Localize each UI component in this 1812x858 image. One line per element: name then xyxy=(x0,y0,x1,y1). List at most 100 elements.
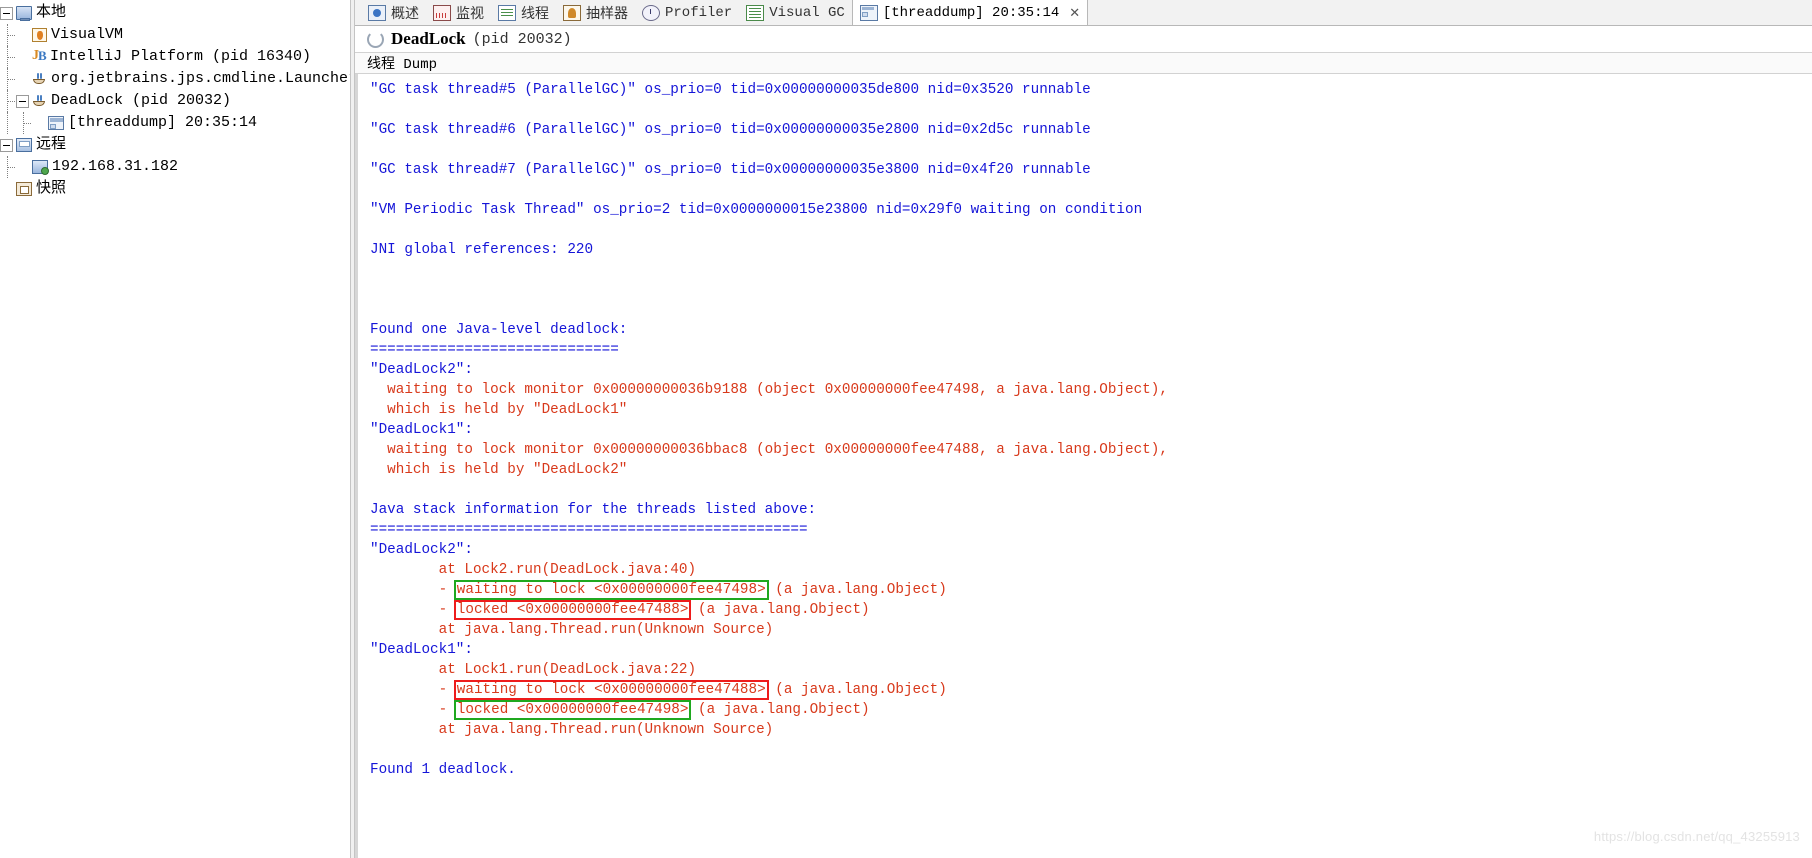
tab-5[interactable]: Visual GC xyxy=(739,0,852,25)
java-icon xyxy=(32,94,47,108)
dump-line xyxy=(370,300,1812,320)
dump-line-text: "GC task thread#7 (ParallelGC)" os_prio=… xyxy=(370,162,1091,178)
tab-label: [threaddump] 20:35:14 xyxy=(882,4,1060,21)
dump-line: at java.lang.Thread.run(Unknown Source) xyxy=(370,720,1812,740)
tree-item[interactable]: 快照 xyxy=(0,178,350,200)
visualvm-window: 本地 VisualVM IntelliJ Platform (pid 16340) o… xyxy=(0,0,1812,858)
tab-4[interactable]: Profiler xyxy=(635,0,740,25)
collapse-icon[interactable] xyxy=(0,6,13,20)
tab-2[interactable]: 线程 xyxy=(491,0,556,25)
computer-icon xyxy=(16,6,32,21)
dump-line: which is held by "DeadLock2" xyxy=(370,460,1812,480)
tree-item[interactable]: IntelliJ Platform (pid 16340) xyxy=(0,46,350,68)
dump-line: waiting to lock monitor 0x00000000036b91… xyxy=(370,380,1812,400)
close-icon[interactable]: ✕ xyxy=(1069,6,1080,19)
tree-item-label: org.jetbrains.jps.cmdline.Launcher ( xyxy=(51,70,350,87)
subtab-thread-dump[interactable]: 线程 Dump xyxy=(367,53,437,73)
dump-line xyxy=(370,740,1812,760)
tree-item[interactable]: 192.168.31.182 xyxy=(0,156,350,178)
monitor-icon xyxy=(433,4,451,21)
dump-line-text: Found one Java-level deadlock: xyxy=(370,322,628,338)
tree-guide xyxy=(0,90,16,112)
tab-label: 概述 xyxy=(391,6,419,23)
dump-line-text: which is held by "DeadLock2" xyxy=(370,462,628,478)
visualvm-icon xyxy=(32,28,47,42)
tree-item-label: 快照 xyxy=(36,180,67,197)
dump-line: JNI global references: 220 xyxy=(370,240,1812,260)
tree-item-label: 192.168.31.182 xyxy=(52,158,179,175)
dump-line-text: at Lock2.run(DeadLock.java:40) xyxy=(370,562,697,578)
thread-dump-text[interactable]: "GC task thread#5 (ParallelGC)" os_prio=… xyxy=(356,74,1812,780)
dump-line: - locked <0x00000000fee47488> (a java.la… xyxy=(370,600,1812,620)
tree-item[interactable]: DeadLock (pid 20032) xyxy=(0,90,350,112)
dump-line-prefix: - xyxy=(370,702,456,718)
tree-item[interactable]: 本地 xyxy=(0,2,350,24)
visualgc-icon xyxy=(746,4,765,21)
profiler-icon xyxy=(642,4,660,21)
tab-0[interactable]: 概述 xyxy=(361,0,426,25)
dump-line: "DeadLock1": xyxy=(370,640,1812,660)
highlight-box-green: waiting to lock <0x00000000fee47498> xyxy=(453,580,769,600)
dump-line: waiting to lock monitor 0x00000000036bba… xyxy=(370,440,1812,460)
tree-guide xyxy=(0,112,16,134)
dump-line-text: waiting to lock monitor 0x00000000036bba… xyxy=(370,442,1168,458)
dump-line: at java.lang.Thread.run(Unknown Source) xyxy=(370,620,1812,640)
collapse-icon[interactable] xyxy=(0,138,13,152)
subtab-bar[interactable]: 线程 Dump xyxy=(355,52,1812,74)
dump-line-prefix: - xyxy=(370,582,456,598)
dump-line-text: waiting to lock monitor 0x00000000036b91… xyxy=(370,382,1168,398)
dump-line: - waiting to lock <0x00000000fee47498> (… xyxy=(370,580,1812,600)
dump-line: Found one Java-level deadlock: xyxy=(370,320,1812,340)
tree-item[interactable]: VisualVM xyxy=(0,24,350,46)
tree-item-label: [threaddump] 20:35:14 xyxy=(68,114,258,131)
dump-line-text: which is held by "DeadLock1" xyxy=(370,402,628,418)
thread-dump-scroll-area[interactable]: "GC task thread#5 (ParallelGC)" os_prio=… xyxy=(355,74,1812,858)
tree-item-label: DeadLock (pid 20032) xyxy=(51,92,232,109)
tab-1[interactable]: 监视 xyxy=(426,0,491,25)
tree-item[interactable]: [threaddump] 20:35:14 xyxy=(0,112,350,134)
dump-line: "DeadLock2": xyxy=(370,360,1812,380)
highlight-box-red: waiting to lock <0x00000000fee47488> xyxy=(453,680,769,700)
dump-line-text: "VM Periodic Task Thread" os_prio=2 tid=… xyxy=(370,202,1143,218)
tree-guide xyxy=(0,156,16,178)
intellij-icon xyxy=(32,48,47,64)
detail-panel: 概述 监视 线程 抽样器 Profiler Visual GC [threaddump] 2… xyxy=(355,0,1812,858)
tab-3[interactable]: 抽样器 xyxy=(556,0,635,25)
applications-tree-panel[interactable]: 本地 VisualVM IntelliJ Platform (pid 16340) o… xyxy=(0,0,350,858)
tree-item[interactable]: 远程 xyxy=(0,134,350,156)
dump-line-text: "GC task thread#5 (ParallelGC)" os_prio=… xyxy=(370,82,1091,98)
dump-line: "GC task thread#5 (ParallelGC)" os_prio=… xyxy=(370,80,1812,100)
watermark: https://blog.csdn.net/qq_43255913 xyxy=(1593,829,1800,844)
applications-tree[interactable]: 本地 VisualVM IntelliJ Platform (pid 16340) o… xyxy=(0,2,350,200)
snapshot-icon xyxy=(16,182,32,196)
dump-line: Java stack information for the threads l… xyxy=(370,500,1812,520)
dump-line-text: at java.lang.Thread.run(Unknown Source) xyxy=(370,722,774,738)
dump-line-text: "GC task thread#6 (ParallelGC)" os_prio=… xyxy=(370,122,1091,138)
loading-spinner-icon xyxy=(367,30,384,48)
dump-line-prefix: - xyxy=(370,682,456,698)
highlight-box-green: locked <0x00000000fee47498> xyxy=(453,700,692,720)
tree-item[interactable]: org.jetbrains.jps.cmdline.Launcher ( xyxy=(0,68,350,90)
dump-line-text: Found 1 deadlock. xyxy=(370,762,516,778)
tab-bar[interactable]: 概述 监视 线程 抽样器 Profiler Visual GC [threaddump] 2… xyxy=(355,0,1812,26)
tree-guide xyxy=(0,68,16,90)
dump-line-text: "DeadLock1": xyxy=(370,642,473,658)
tab-6[interactable]: [threaddump] 20:35:14 ✕ xyxy=(851,0,1089,25)
tab-label: 线程 xyxy=(521,6,549,23)
dump-line: ============================= xyxy=(370,340,1812,360)
collapse-icon[interactable] xyxy=(16,94,29,108)
dump-line: which is held by "DeadLock1" xyxy=(370,400,1812,420)
dump-line: "GC task thread#7 (ParallelGC)" os_prio=… xyxy=(370,160,1812,180)
tab-label: 抽样器 xyxy=(586,6,628,23)
dump-line-prefix: - xyxy=(370,602,456,618)
dump-line-text: "DeadLock2": xyxy=(370,542,473,558)
dump-line xyxy=(370,480,1812,500)
dump-line: "DeadLock1": xyxy=(370,420,1812,440)
dump-line-text: "DeadLock2": xyxy=(370,362,473,378)
dump-line: - locked <0x00000000fee47498> (a java.la… xyxy=(370,700,1812,720)
dump-line-text: JNI global references: 220 xyxy=(370,242,594,258)
tab-label: 监视 xyxy=(456,6,484,23)
remote-icon xyxy=(16,138,32,152)
tree-item-label: IntelliJ Platform (pid 16340) xyxy=(50,48,312,65)
dump-line-suffix: (a java.lang.Object) xyxy=(766,682,947,698)
